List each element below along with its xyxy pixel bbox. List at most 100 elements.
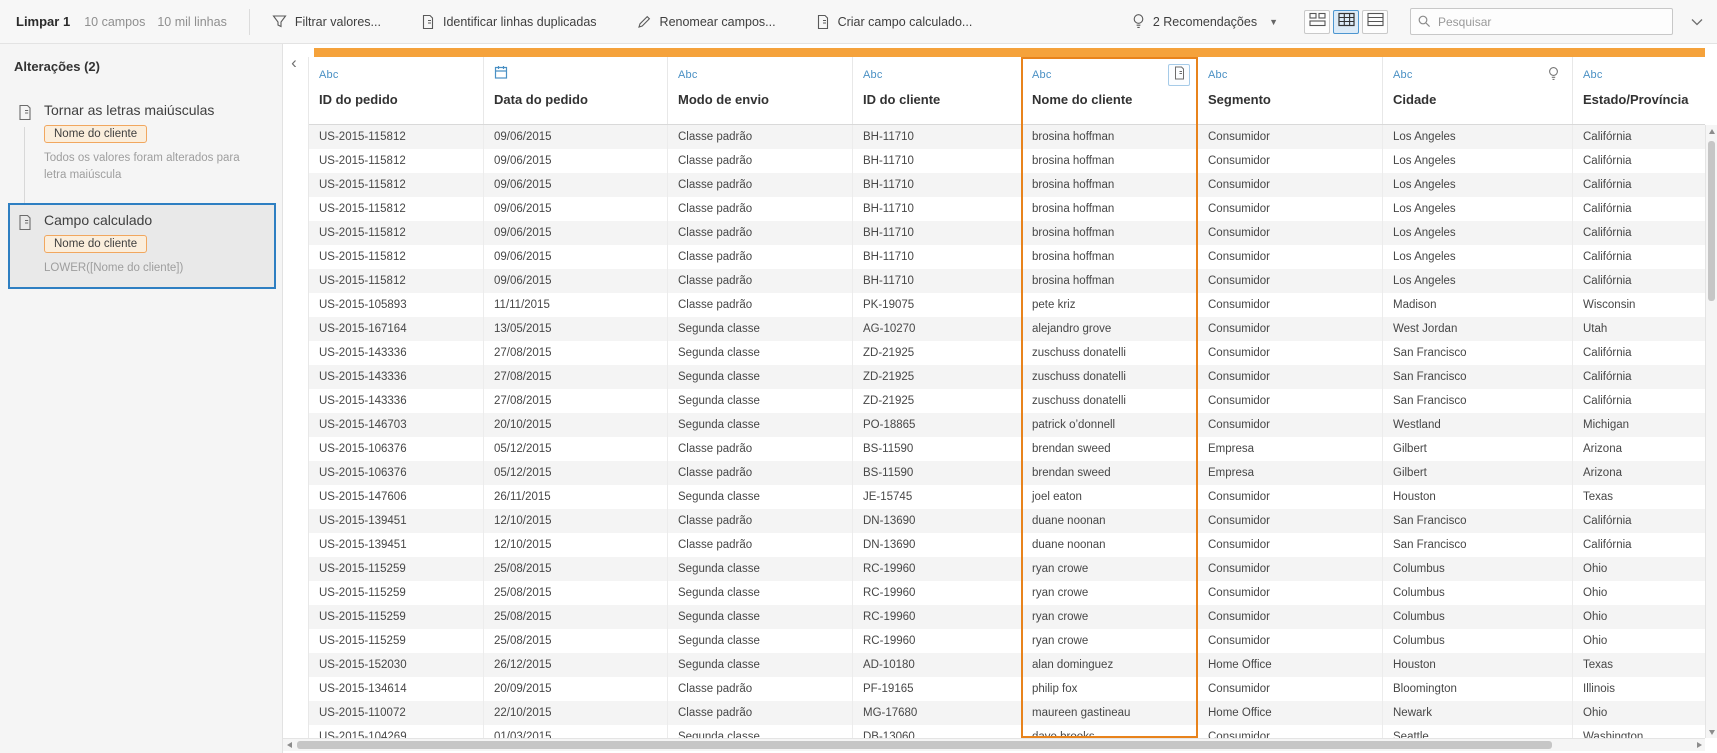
cell[interactable]: Califórnia [1573,221,1705,245]
cell[interactable]: Ohio [1573,701,1705,725]
cell[interactable]: Classe padrão [668,509,853,533]
column-header-segmento[interactable]: AbcSegmento [1198,57,1383,124]
cell[interactable]: Gilbert [1383,461,1573,485]
cell[interactable]: pete kriz [1022,293,1198,317]
cell[interactable]: BH-11710 [853,245,1022,269]
scroll-up-arrow[interactable] [1706,125,1717,137]
cell[interactable]: US-2015-147606 [309,485,484,509]
cell[interactable]: Los Angeles [1383,245,1573,269]
cell[interactable]: BH-11710 [853,125,1022,149]
cell[interactable]: Consumidor [1198,533,1383,557]
cell[interactable]: dave brooks [1022,725,1198,738]
cell[interactable]: Arizona [1573,437,1705,461]
cell[interactable]: Califórnia [1573,341,1705,365]
cell[interactable]: Classe padrão [668,245,853,269]
cell[interactable]: Segunda classe [668,413,853,437]
cell[interactable]: US-2015-152030 [309,653,484,677]
cell[interactable]: US-2015-106376 [309,461,484,485]
collapse-changes-panel-button[interactable]: ‹ [285,54,303,72]
cell[interactable]: Califórnia [1573,533,1705,557]
cell[interactable]: Ohio [1573,605,1705,629]
cell[interactable]: Washington [1573,725,1705,738]
cell[interactable]: AG-10270 [853,317,1022,341]
cell[interactable]: 09/06/2015 [484,221,668,245]
cell[interactable]: San Francisco [1383,533,1573,557]
cell[interactable]: 25/08/2015 [484,629,668,653]
cell[interactable]: AD-10180 [853,653,1022,677]
cell[interactable]: San Francisco [1383,509,1573,533]
cell[interactable]: brendan sweed [1022,437,1198,461]
cell[interactable]: Houston [1383,485,1573,509]
cell[interactable]: RC-19960 [853,581,1022,605]
cell[interactable]: Segunda classe [668,653,853,677]
cell[interactable]: Classe padrão [668,269,853,293]
cell[interactable]: 25/08/2015 [484,605,668,629]
cell[interactable]: US-2015-115812 [309,197,484,221]
create-calculated-field-button[interactable]: Criar campo calculado... [816,14,973,30]
cell[interactable]: US-2015-115812 [309,149,484,173]
list-view-button[interactable] [1362,10,1388,34]
cell[interactable]: 20/09/2015 [484,677,668,701]
cell[interactable]: Segunda classe [668,629,853,653]
change-item-tornar-as-letras-maiusculas[interactable]: Tornar as letras maiúsculasNome do clien… [8,94,276,197]
cell[interactable]: Consumidor [1198,413,1383,437]
cell[interactable]: Utah [1573,317,1705,341]
cell[interactable]: Texas [1573,653,1705,677]
cell[interactable]: Consumidor [1198,341,1383,365]
cell[interactable]: Segunda classe [668,557,853,581]
cell[interactable]: Ohio [1573,581,1705,605]
cell[interactable]: Califórnia [1573,125,1705,149]
cell[interactable]: 27/08/2015 [484,389,668,413]
horizontal-scrollbar-thumb[interactable] [297,741,1552,749]
cell[interactable]: 01/03/2015 [484,725,668,738]
cell[interactable]: MG-17680 [853,701,1022,725]
cell[interactable]: Michigan [1573,413,1705,437]
cell[interactable]: 11/11/2015 [484,293,668,317]
cell[interactable]: 20/10/2015 [484,413,668,437]
cell[interactable]: Consumidor [1198,725,1383,738]
cell[interactable]: Consumidor [1198,581,1383,605]
cell[interactable]: Los Angeles [1383,149,1573,173]
column-header-estado-provincia[interactable]: AbcEstado/Província [1573,57,1705,124]
cell[interactable]: brosina hoffman [1022,149,1198,173]
cell[interactable]: West Jordan [1383,317,1573,341]
cell[interactable]: Empresa [1198,437,1383,461]
search-input[interactable] [1410,8,1673,35]
cell[interactable]: 26/12/2015 [484,653,668,677]
cell[interactable]: Califórnia [1573,149,1705,173]
cell[interactable]: Segunda classe [668,485,853,509]
cell[interactable]: US-2015-105893 [309,293,484,317]
change-item-campo-calculado[interactable]: Campo calculadoNome do clienteLOWER([Nom… [8,203,276,289]
cell[interactable]: Classe padrão [668,701,853,725]
column-header-id-do-cliente[interactable]: AbcID do cliente [853,57,1022,124]
cell[interactable]: Consumidor [1198,605,1383,629]
cell[interactable]: Califórnia [1573,245,1705,269]
cell[interactable]: Califórnia [1573,365,1705,389]
cell[interactable]: US-2015-146703 [309,413,484,437]
cell[interactable]: Classe padrão [668,677,853,701]
cell[interactable]: Consumidor [1198,173,1383,197]
cell[interactable]: Consumidor [1198,293,1383,317]
cell[interactable]: 09/06/2015 [484,197,668,221]
rename-fields-button[interactable]: Renomear campos... [637,14,776,29]
cell[interactable]: BH-11710 [853,221,1022,245]
cell[interactable]: US-2015-167164 [309,317,484,341]
cell[interactable]: Segunda classe [668,389,853,413]
cell[interactable]: zuschuss donatelli [1022,365,1198,389]
cell[interactable]: ryan crowe [1022,581,1198,605]
cell[interactable]: Classe padrão [668,533,853,557]
cell[interactable]: Segunda classe [668,725,853,738]
cell[interactable]: US-2015-115812 [309,125,484,149]
cell[interactable]: Los Angeles [1383,221,1573,245]
cell[interactable]: Segunda classe [668,317,853,341]
cell[interactable]: US-2015-104269 [309,725,484,738]
cell[interactable]: brosina hoffman [1022,197,1198,221]
collapse-pane-chevron-icon[interactable] [1691,18,1703,26]
cell[interactable]: 12/10/2015 [484,509,668,533]
cell[interactable]: Califórnia [1573,509,1705,533]
cell[interactable]: Columbus [1383,581,1573,605]
cell[interactable]: Classe padrão [668,173,853,197]
cell[interactable]: DN-13690 [853,533,1022,557]
cell[interactable]: Consumidor [1198,389,1383,413]
cell[interactable]: Consumidor [1198,149,1383,173]
